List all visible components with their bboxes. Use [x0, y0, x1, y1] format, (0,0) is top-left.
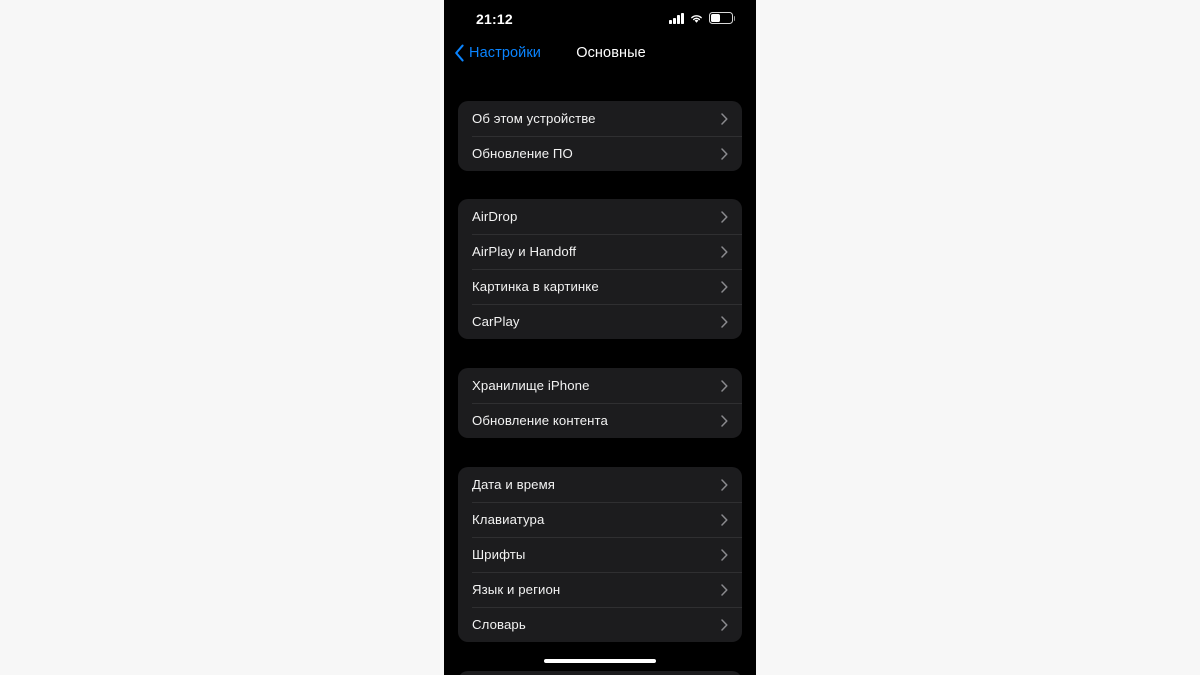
settings-row[interactable]: AirDrop: [458, 199, 742, 234]
chevron-right-icon: [721, 414, 728, 427]
wifi-icon: [689, 13, 704, 24]
settings-row-label: Язык и регион: [472, 582, 561, 597]
chevron-right-icon: [721, 280, 728, 293]
chevron-right-icon: [721, 478, 728, 491]
row-disclosure: [721, 414, 730, 427]
row-disclosure: [721, 210, 730, 223]
settings-list[interactable]: Об этом устройстве Обновление ПО AirDrop Ai…: [444, 74, 756, 675]
page-title: Основные: [576, 45, 646, 61]
row-disclosure: [721, 513, 730, 526]
row-disclosure: [721, 280, 730, 293]
battery-icon: [709, 12, 736, 24]
row-disclosure: [721, 147, 730, 160]
phone-screen: 21:12 Настройки Основные Об этом устройс…: [444, 0, 756, 675]
settings-row[interactable]: AirPlay и Handoff: [458, 234, 742, 269]
chevron-right-icon: [721, 548, 728, 561]
settings-row[interactable]: Обновление ПО: [458, 136, 742, 171]
status-bar-time: 21:12: [476, 11, 513, 27]
row-disclosure: [721, 548, 730, 561]
settings-row-label: Обновление контента: [472, 413, 608, 428]
home-indicator[interactable]: [544, 658, 656, 663]
chevron-right-icon: [721, 513, 728, 526]
cellular-bars-icon: [669, 12, 684, 24]
chevron-right-icon: [721, 210, 728, 223]
settings-row[interactable]: CarPlay: [458, 304, 742, 339]
settings-row[interactable]: Клавиатура: [458, 502, 742, 537]
settings-row[interactable]: Язык и регион: [458, 572, 742, 607]
settings-row-label: Об этом устройстве: [472, 111, 596, 126]
chevron-right-icon: [721, 379, 728, 392]
settings-row[interactable]: Картинка в картинке: [458, 269, 742, 304]
settings-row-label: Клавиатура: [472, 512, 545, 527]
status-bar-indicators: [669, 12, 736, 24]
settings-row[interactable]: Словарь: [458, 607, 742, 642]
row-disclosure: [721, 583, 730, 596]
chevron-right-icon: [721, 147, 728, 160]
chevron-right-icon: [721, 245, 728, 258]
chevron-right-icon: [721, 618, 728, 631]
row-disclosure: [721, 245, 730, 258]
chevron-right-icon: [721, 583, 728, 596]
settings-row-label: Обновление ПО: [472, 146, 573, 161]
row-disclosure: [721, 379, 730, 392]
settings-row[interactable]: Хранилище iPhone: [458, 368, 742, 403]
settings-group: Дата и время Клавиатура Шрифты Язык и регио…: [458, 467, 742, 642]
chevron-right-icon: [721, 315, 728, 328]
settings-row-label: CarPlay: [472, 314, 520, 329]
chevron-right-icon: [721, 112, 728, 125]
settings-row-label: AirDrop: [472, 209, 518, 224]
row-disclosure: [721, 112, 730, 125]
row-disclosure: [721, 618, 730, 631]
settings-group: [458, 671, 742, 675]
settings-group: AirDrop AirPlay и Handoff Картинка в карти…: [458, 199, 742, 339]
settings-row-label: Картинка в картинке: [472, 279, 599, 294]
settings-group: Об этом устройстве Обновление ПО: [458, 101, 742, 171]
navigation-bar: Настройки Основные: [444, 40, 756, 74]
settings-row-label: Хранилище iPhone: [472, 378, 590, 393]
settings-group: Хранилище iPhone Обновление контента: [458, 368, 742, 438]
row-disclosure: [721, 478, 730, 491]
settings-row[interactable]: Шрифты: [458, 537, 742, 572]
settings-row[interactable]: Об этом устройстве: [458, 101, 742, 136]
settings-row[interactable]: Дата и время: [458, 467, 742, 502]
settings-row[interactable]: Обновление контента: [458, 403, 742, 438]
page-background: 21:12 Настройки Основные Об этом устройс…: [0, 0, 1200, 675]
status-bar: 21:12: [444, 0, 756, 40]
row-disclosure: [721, 315, 730, 328]
settings-row-label: Словарь: [472, 617, 526, 632]
settings-row-label: AirPlay и Handoff: [472, 244, 577, 259]
settings-row-label: Дата и время: [472, 477, 555, 492]
settings-row-label: Шрифты: [472, 547, 526, 562]
